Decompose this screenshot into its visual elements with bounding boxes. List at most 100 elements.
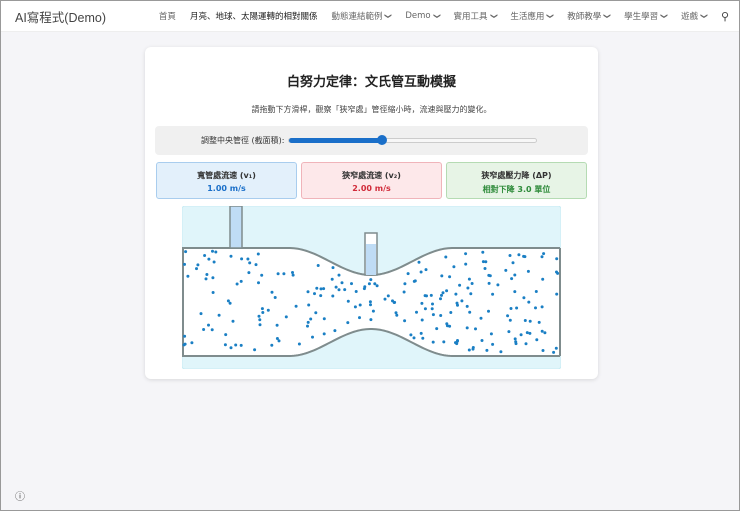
diameter-slider[interactable] (288, 135, 538, 145)
fluid-particle (506, 314, 510, 318)
fluid-particle (444, 255, 448, 259)
fluid-particle (346, 299, 350, 303)
fluid-particle (184, 250, 188, 254)
fluid-particle (354, 290, 358, 293)
fluid-particle (524, 342, 528, 346)
fluid-particle (211, 291, 215, 294)
fluid-particle (334, 285, 338, 289)
chevron-down-icon: ❯ (603, 13, 612, 19)
nav-item-8[interactable]: 遊戲 ❯ (681, 10, 708, 22)
fluid-particle (458, 283, 462, 287)
fluid-particle (445, 289, 449, 293)
fluid-particle (510, 277, 514, 281)
fluid-particle (439, 297, 442, 301)
fluid-particle (484, 260, 488, 264)
fluid-particle (306, 324, 309, 328)
fluid-particle (211, 249, 214, 253)
fluid-particle (504, 268, 508, 272)
nav-item-7[interactable]: 學生學習 ❯ (624, 10, 669, 22)
fluid-particle (391, 299, 394, 303)
fluid-particle (217, 313, 221, 317)
search-icon[interactable]: ⚲ (721, 10, 729, 23)
fluid-particle (435, 327, 439, 331)
fluid-particle (211, 276, 215, 280)
fluid-particle (313, 292, 316, 296)
fluid-particle (284, 315, 288, 319)
info-icon[interactable]: ⓘ (15, 488, 25, 503)
nav-item-3[interactable]: Demo ❯ (405, 10, 441, 22)
fluid-particle (212, 260, 216, 264)
nav-item-label: 實用工具 (453, 12, 488, 22)
fluid-particle (522, 254, 526, 258)
nav-item-label: Demo (405, 11, 431, 21)
fluid-particle (487, 281, 491, 285)
fluid-particle (331, 294, 335, 298)
fluid-particle (515, 306, 519, 310)
fluid-particle (541, 277, 545, 281)
fluid-particle (229, 254, 233, 258)
fluid-particle (403, 319, 407, 323)
fluid-particle (386, 294, 390, 298)
nav-item-5[interactable]: 生活應用 ❯ (510, 10, 554, 22)
fluid-particle (449, 311, 453, 314)
nav-item-6[interactable]: 教師教學 ❯ (567, 10, 612, 22)
nav-item-label: 生活應用 (510, 12, 545, 22)
fluid-particle (306, 290, 310, 294)
nav-item-0[interactable]: 首頁 (159, 10, 176, 22)
fluid-particle (314, 311, 318, 315)
fluid-particle (362, 287, 366, 291)
nav-item-2[interactable]: 動態連結範例 ❯ (331, 10, 393, 22)
nav-item-1[interactable]: 月亮、地球、太陽運轉的相對關係 (190, 10, 318, 22)
brand-logo[interactable]: AI寫程式(Demo) (15, 7, 106, 26)
fluid-particle (499, 350, 503, 354)
slider-thumb[interactable] (377, 135, 388, 145)
fluid-particle (419, 331, 423, 335)
fluid-particle (205, 273, 209, 276)
stat-wide-velocity: 寬管處流速 (v₁) 1.00 m/s (156, 162, 297, 199)
fluid-particle (454, 292, 458, 296)
fluid-particle (534, 290, 538, 293)
fluid-particle (423, 294, 427, 298)
fluid-particle (466, 286, 470, 290)
fluid-particle (471, 347, 475, 351)
fluid-particle (507, 330, 511, 334)
fluid-particle (441, 291, 445, 295)
page-title: 白努力定律：文氏管互動模擬 (286, 75, 456, 90)
fluid-particle (440, 293, 443, 297)
fluid-particle (417, 260, 421, 264)
fluid-particle (369, 278, 373, 282)
top-nav: AI寫程式(Demo) 首頁 月亮、地球、太陽運轉的相對關係 動態連結範例 ❯ Demo… (1, 1, 739, 32)
fluid-particle (183, 342, 187, 346)
fluid-particle (307, 303, 311, 307)
fluid-particle (496, 283, 500, 287)
fluid-particle (330, 277, 334, 281)
fluid-particle (537, 320, 541, 324)
fluid-particle (275, 323, 279, 327)
fluid-particle (555, 257, 559, 261)
fluid-particle (383, 297, 387, 301)
fluid-particle (489, 332, 493, 336)
fluid-particle (479, 316, 483, 320)
fluid-particle (282, 272, 286, 276)
chevron-down-icon: ❯ (384, 13, 393, 19)
stat-pressure-drop: 狹窄處壓力降 (ΔP) 相對下降 3.0 單位 (446, 162, 587, 199)
fluid-particle (409, 333, 413, 337)
fluid-particle (508, 318, 512, 322)
chevron-down-icon: ❯ (432, 13, 441, 19)
chevron-down-icon: ❯ (660, 13, 669, 19)
fluid-particle (195, 267, 198, 271)
nav-item-4[interactable]: 實用工具 ❯ (453, 10, 497, 22)
fluid-particle (491, 342, 495, 346)
fluid-particle (371, 309, 375, 313)
fluid-particle (322, 317, 326, 321)
fluid-particle (395, 313, 399, 317)
fluid-particle (469, 292, 473, 296)
stat-value: 1.00 m/s (207, 184, 246, 193)
fluid-particle (240, 257, 244, 261)
fluid-particle (442, 340, 446, 344)
fluid-particle (183, 262, 186, 266)
fluid-particle (440, 274, 444, 278)
nav-item-label: 首頁 (158, 12, 176, 22)
fluid-particle (207, 323, 210, 327)
fluid-particle (528, 331, 532, 335)
